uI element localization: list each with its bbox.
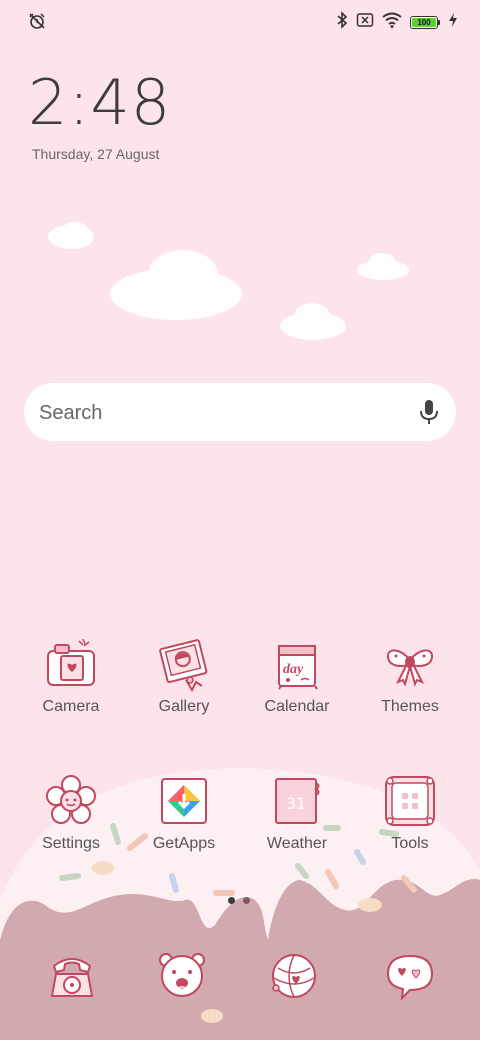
no-sim-icon [356,12,374,33]
calendar-icon: day [278,645,318,690]
weather-icon: 31 [275,778,320,824]
app-themes[interactable]: Themes [355,636,465,716]
page-dot-active[interactable] [228,897,235,904]
cloud [148,250,218,300]
app-label: Tools [391,835,429,852]
status-bar: 100 [0,0,480,44]
page-indicator[interactable] [228,897,250,904]
weather-badge: 31 [286,794,306,813]
dock [0,950,480,1010]
app-settings[interactable]: Settings [16,773,126,853]
app-tools[interactable]: Tools [355,773,465,853]
app-label: Gallery [158,698,210,715]
app-label: Themes [381,698,439,715]
clock-date[interactable]: Thursday, 27 August [32,146,159,162]
search-placeholder: Search [39,402,103,424]
search-bar[interactable]: Search [24,383,456,441]
app-weather[interactable]: 31 Weather [242,773,352,853]
app-label: GetApps [152,835,216,852]
camera-icon [47,638,95,686]
phone-icon[interactable] [44,950,100,1002]
cloud [294,303,330,329]
gallery-icon [159,639,208,692]
themes-bow-icon [386,649,434,687]
bluetooth-icon [336,11,348,34]
app-label: Calendar [264,698,330,715]
app-label: Settings [42,835,100,852]
battery-icon: 100 [410,16,440,29]
app-calendar[interactable]: day Calendar [242,636,352,716]
cloud [368,253,396,273]
cloud [60,222,90,244]
page-dot[interactable] [243,897,250,904]
tools-folder-icon [385,776,435,826]
app-label: Camera [42,698,100,715]
app-getapps[interactable]: GetApps [129,773,239,853]
mic-icon[interactable] [418,399,440,430]
app-gallery[interactable]: Gallery [129,636,239,716]
clock-time[interactable]: 2:48 [28,70,171,136]
chat-bubble-icon[interactable] [382,950,438,1002]
charging-bolt-icon [448,12,458,33]
messaging-bear-icon[interactable] [154,950,210,1002]
svg-text:day: day [283,662,304,677]
app-label: Weather [266,835,328,852]
alarm-off-icon [28,12,46,35]
getapps-icon [161,778,207,824]
settings-flower-icon [46,775,96,824]
battery-level: 100 [417,17,431,27]
browser-globe-icon[interactable] [266,950,322,1002]
wifi-icon [382,12,402,33]
app-camera[interactable]: Camera [16,636,126,716]
